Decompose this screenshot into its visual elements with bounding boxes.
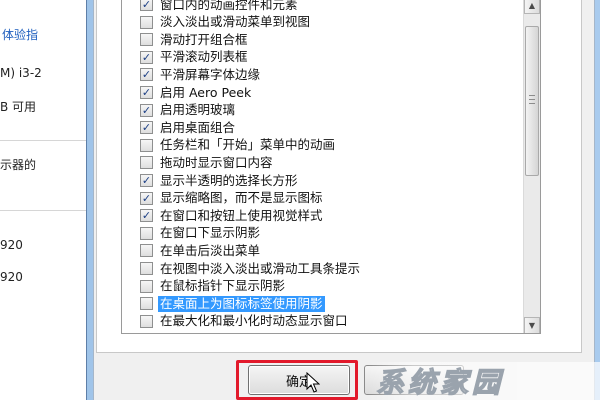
option-label: 启用桌面组合 [160, 119, 236, 135]
option-row[interactable]: ✓ 启用透明玻璃 [140, 102, 540, 119]
option-row[interactable]: ✓ 启用 Aero Peek [140, 84, 540, 101]
checkmark-icon: ✓ [141, 103, 152, 117]
option-row[interactable]: ✓ 在窗口和按钮上使用视觉样式 [140, 207, 540, 224]
option-label: 在窗口和按钮上使用视觉样式 [160, 207, 323, 223]
visual-effects-list[interactable]: ▲ ▼ ✓ 窗口内的动画控件和元素 淡入淡出或滑动菜单到视图 滑动打开组合框 ✓ 平滑滚动… [121, 0, 541, 334]
option-row[interactable]: ✓ 平滑滚动列表框 [140, 49, 540, 66]
option-label: 在鼠标指针下显示阴影 [160, 278, 286, 294]
option-label: 在最大化和最小化时动态显示窗口 [160, 313, 348, 329]
option-row[interactable]: 淡入淡出或滑动菜单到视图 [140, 14, 540, 31]
watermark-text: 系统家园 [376, 366, 504, 399]
option-row[interactable]: 拖动时显示窗口内容 [140, 154, 540, 171]
option-checkbox[interactable] [140, 279, 153, 293]
option-row[interactable]: ✓ 窗口内的动画控件和元素 [140, 0, 540, 13]
checkmark-icon: ✓ [141, 86, 152, 99]
visual-effects-tab-panel: ▲ ▼ ✓ 窗口内的动画控件和元素 淡入淡出或滑动菜单到视图 滑动打开组合框 ✓ 平滑滚动… [96, 0, 582, 353]
option-label: 窗口内的动画控件和元素 [160, 0, 298, 12]
option-checkbox[interactable] [140, 226, 153, 240]
option-row[interactable]: ✓ 启用桌面组合 [140, 119, 540, 136]
checkmark-icon: ✓ [141, 0, 152, 11]
option-label: 平滑滚动列表框 [160, 49, 248, 65]
option-checkbox[interactable] [140, 314, 153, 328]
option-checkbox[interactable]: ✓ [140, 191, 153, 205]
option-row[interactable]: 在单击后淡出菜单 [140, 242, 540, 259]
option-checkbox[interactable]: ✓ [140, 174, 153, 187]
option-row[interactable]: 在最大化和最小化时动态显示窗口 [140, 313, 540, 330]
watermark-logo: 系统家园 [375, 365, 504, 399]
memory-text: B 可用 [0, 100, 37, 114]
option-label: 启用 Aero Peek [160, 84, 252, 100]
option-row[interactable]: 任务栏和「开始」菜单中的动画 [140, 137, 540, 154]
option-row[interactable]: ✓ 显示缩略图，而不是显示图标 [140, 190, 540, 207]
option-checkbox[interactable] [140, 138, 153, 152]
experience-link[interactable]: 体验指 [2, 26, 38, 43]
watermark: 系统家园 [368, 362, 600, 400]
option-checkbox[interactable] [140, 156, 153, 170]
option-label: 在桌面上为图标标签使用阴影 [158, 295, 325, 312]
checkmark-icon: ✓ [141, 121, 152, 135]
option-row[interactable]: ✓ 平滑屏幕字体边缘 [140, 66, 540, 83]
option-row[interactable]: 在视图中淡入淡出或滑动工具条提示 [140, 260, 540, 277]
option-checkbox[interactable]: ✓ [140, 0, 153, 11]
option-label: 滑动打开组合框 [160, 31, 248, 47]
resolution-text-2: 920 [0, 270, 23, 284]
option-label: 在窗口下显示阴影 [160, 225, 261, 241]
background-window: 体验指 M) i3-2 B 可用 示器的 920 920 [0, 0, 100, 400]
option-label: 在视图中淡入淡出或滑动工具条提示 [160, 260, 361, 276]
option-checkbox[interactable] [140, 15, 153, 29]
option-checkbox[interactable]: ✓ [140, 209, 153, 223]
option-checkbox[interactable] [140, 33, 153, 47]
option-label: 平滑屏幕字体边缘 [160, 66, 261, 82]
option-row[interactable]: 在鼠标指针下显示阴影 [140, 278, 540, 295]
option-checkbox[interactable] [140, 297, 153, 311]
option-checkbox[interactable]: ✓ [140, 68, 153, 82]
option-checkbox[interactable]: ✓ [140, 103, 153, 117]
option-checkbox[interactable]: ✓ [140, 121, 153, 135]
checkmark-icon: ✓ [141, 191, 152, 205]
performance-options-dialog: ▲ ▼ ✓ 窗口内的动画控件和元素 淡入淡出或滑动菜单到视图 滑动打开组合框 ✓ 平滑滚动… [86, 0, 600, 400]
option-label: 拖动时显示窗口内容 [160, 154, 273, 170]
display-text: 示器的 [0, 158, 37, 172]
option-label: 任务栏和「开始」菜单中的动画 [160, 137, 336, 153]
checkmark-icon: ✓ [141, 209, 152, 223]
checkmark-icon: ✓ [141, 50, 152, 64]
dialog-body: ▲ ▼ ✓ 窗口内的动画控件和元素 淡入淡出或滑动菜单到视图 滑动打开组合框 ✓ 平滑滚动… [93, 0, 595, 400]
mouse-cursor-icon [306, 372, 320, 393]
option-row[interactable]: 在窗口下显示阴影 [140, 225, 540, 242]
ok-button[interactable]: 确定 [248, 365, 350, 395]
option-checkbox[interactable]: ✓ [140, 50, 153, 64]
option-label: 启用透明玻璃 [160, 102, 236, 118]
option-checkbox[interactable]: ✓ [140, 86, 153, 99]
option-label: 在单击后淡出菜单 [160, 242, 261, 258]
option-checkbox[interactable] [140, 262, 153, 275]
option-checkbox[interactable] [140, 244, 153, 258]
option-row[interactable]: 在桌面上为图标标签使用阴影 [140, 295, 540, 312]
option-label: 淡入淡出或滑动菜单到视图 [160, 14, 311, 30]
option-label: 显示半透明的选择长方形 [160, 172, 298, 188]
option-row[interactable]: ✓ 显示半透明的选择长方形 [140, 172, 540, 189]
processor-text: M) i3-2 [0, 66, 42, 80]
checkmark-icon: ✓ [141, 174, 152, 187]
resolution-text-1: 920 [0, 238, 23, 252]
divider [0, 210, 100, 211]
checkmark-icon: ✓ [141, 68, 152, 82]
option-label: 显示缩略图，而不是显示图标 [160, 190, 323, 206]
divider [0, 140, 100, 141]
option-row[interactable]: 滑动打开组合框 [140, 31, 540, 48]
